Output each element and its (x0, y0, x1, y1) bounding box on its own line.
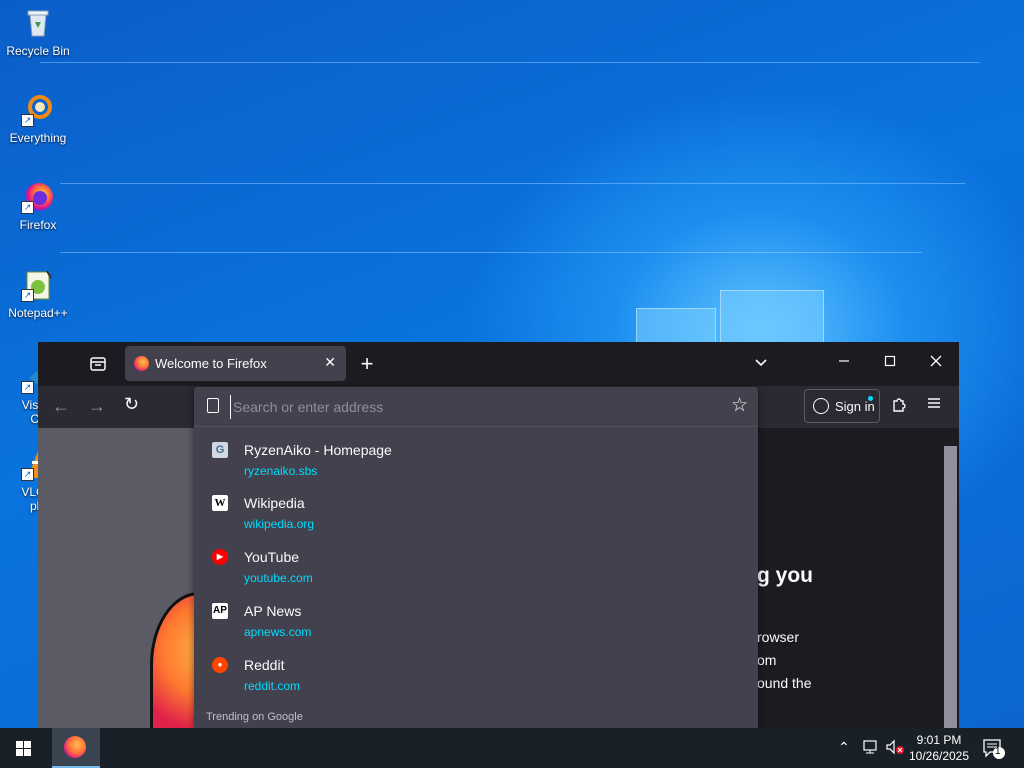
firefox-icon: ↗ (21, 180, 55, 214)
apnews-favicon-icon: AP (212, 603, 228, 619)
desktop-icon-firefox[interactable]: ↗ Firefox (0, 180, 76, 232)
shortcut-arrow-icon: ↗ (21, 289, 34, 302)
clock-time: 9:01 PM (916, 733, 962, 747)
start-button-windows-icon[interactable] (0, 728, 48, 768)
shortcut-arrow-icon: ↗ (21, 114, 34, 127)
tab-title: Welcome to Firefox (155, 356, 267, 371)
welcome-heading: g you (757, 564, 813, 587)
scrollbar-thumb[interactable] (944, 446, 957, 728)
account-icon (813, 398, 829, 414)
everything-search-icon: ↗ (21, 93, 55, 127)
desktop-icon-label: Notepad++ (8, 306, 68, 320)
reload-icon[interactable]: ↻ (124, 394, 139, 415)
forward-arrow-icon[interactable]: → (88, 396, 106, 417)
bookmark-star-icon[interactable]: ☆ (731, 394, 748, 417)
suggestion-url: youtube.com (244, 571, 313, 585)
desktop-icon-everything[interactable]: ↗ Everything (0, 93, 76, 145)
minimize-icon[interactable] (834, 352, 854, 373)
desktop-icon-label: Everything (9, 131, 67, 145)
light-beam (40, 62, 980, 63)
suggestion-title: RyzenAiko - Homepage (244, 442, 392, 458)
wikipedia-favicon-icon: W (212, 495, 228, 511)
desktop-icon-notepadpp[interactable]: ↗ Notepad++ (0, 268, 76, 320)
suggestion-url: reddit.com (244, 679, 301, 693)
clock[interactable]: 9:01 PM 10/26/2025 (904, 732, 974, 764)
menu-hamburger-icon[interactable] (926, 395, 942, 416)
page-icon (207, 398, 219, 413)
taskbar: ⌃ 9:01 PM 10/26/2025 1 (0, 728, 1024, 768)
network-icon[interactable] (862, 738, 880, 768)
reddit-favicon-icon: ● (212, 657, 228, 673)
suggestion-title: YouTube (244, 549, 300, 565)
back-arrow-icon[interactable]: ← (52, 396, 70, 417)
suggestion-row[interactable]: ▶ YouTube youtube.com (194, 541, 758, 595)
maximize-icon[interactable] (880, 352, 900, 373)
list-tabs-chevron-down-icon[interactable] (750, 354, 772, 375)
welcome-text: ound the (757, 675, 812, 691)
suggestion-title: Wikipedia (244, 495, 305, 511)
address-bar: ☆ (194, 387, 758, 427)
taskbar-firefox-button[interactable] (52, 728, 100, 768)
welcome-text: om (757, 652, 777, 668)
address-input[interactable] (230, 395, 715, 419)
notification-count-badge: 1 (995, 746, 1001, 757)
firefox-icon (64, 736, 86, 758)
light-beam (60, 252, 922, 253)
windows-logo-graphic (636, 290, 824, 360)
light-beam (60, 183, 965, 184)
tab-bar: Welcome to Firefox ✕ + (38, 342, 959, 386)
suggestion-url: ryzenaiko.sbs (244, 464, 318, 478)
suggestion-row[interactable]: ● Reddit reddit.com (194, 649, 758, 703)
volume-muted-icon[interactable] (885, 738, 905, 768)
suggestion-title: Reddit (244, 657, 285, 673)
welcome-text: rowser (757, 629, 800, 645)
desktop-icon-recycle-bin[interactable]: Recycle Bin (0, 6, 76, 58)
urlbar-dropdown: ☆ G RyzenAiko - Homepage ryzenaiko.sbs W… (194, 387, 758, 728)
tab-welcome[interactable]: Welcome to Firefox ✕ (125, 346, 346, 381)
action-center-notification-icon[interactable]: 1 (982, 738, 1006, 768)
firefox-view-icon[interactable] (88, 354, 108, 377)
clock-date: 10/26/2025 (908, 749, 970, 763)
sign-in-label: Sign in (835, 399, 875, 414)
suggestion-url: wikipedia.org (244, 517, 315, 531)
suggestion-row[interactable]: AP AP News apnews.com (194, 595, 758, 649)
suggestion-row[interactable]: G RyzenAiko - Homepage ryzenaiko.sbs (194, 434, 758, 488)
shortcut-arrow-icon: ↗ (21, 201, 34, 214)
desktop-icon-label: Recycle Bin (6, 44, 70, 58)
shortcut-arrow-icon: ↗ (21, 381, 34, 394)
notification-dot (868, 396, 873, 401)
show-hidden-icons-chevron-up-icon[interactable]: ⌃ (838, 739, 850, 768)
extensions-puzzle-icon[interactable] (890, 395, 908, 418)
new-tab-plus-icon[interactable]: + (356, 351, 378, 377)
suggestion-url: apnews.com (244, 625, 312, 639)
trending-section-label: Trending on Google (206, 711, 303, 723)
tab-close-icon[interactable]: ✕ (324, 354, 336, 371)
youtube-favicon-icon: ▶ (212, 549, 228, 565)
ryzenaiko-favicon-icon: G (212, 442, 228, 458)
sign-in-button[interactable]: Sign in (804, 389, 880, 423)
recycle-bin-icon (21, 6, 55, 40)
desktop-icon-label: Firefox (19, 218, 57, 232)
close-window-icon[interactable] (926, 352, 946, 373)
notepadpp-icon: ↗ (21, 268, 55, 302)
suggestion-row[interactable]: W Wikipedia wikipedia.org (194, 487, 758, 541)
firefox-favicon-icon (134, 356, 149, 371)
shortcut-arrow-icon: ↗ (21, 468, 34, 481)
suggestion-title: AP News (244, 603, 302, 619)
